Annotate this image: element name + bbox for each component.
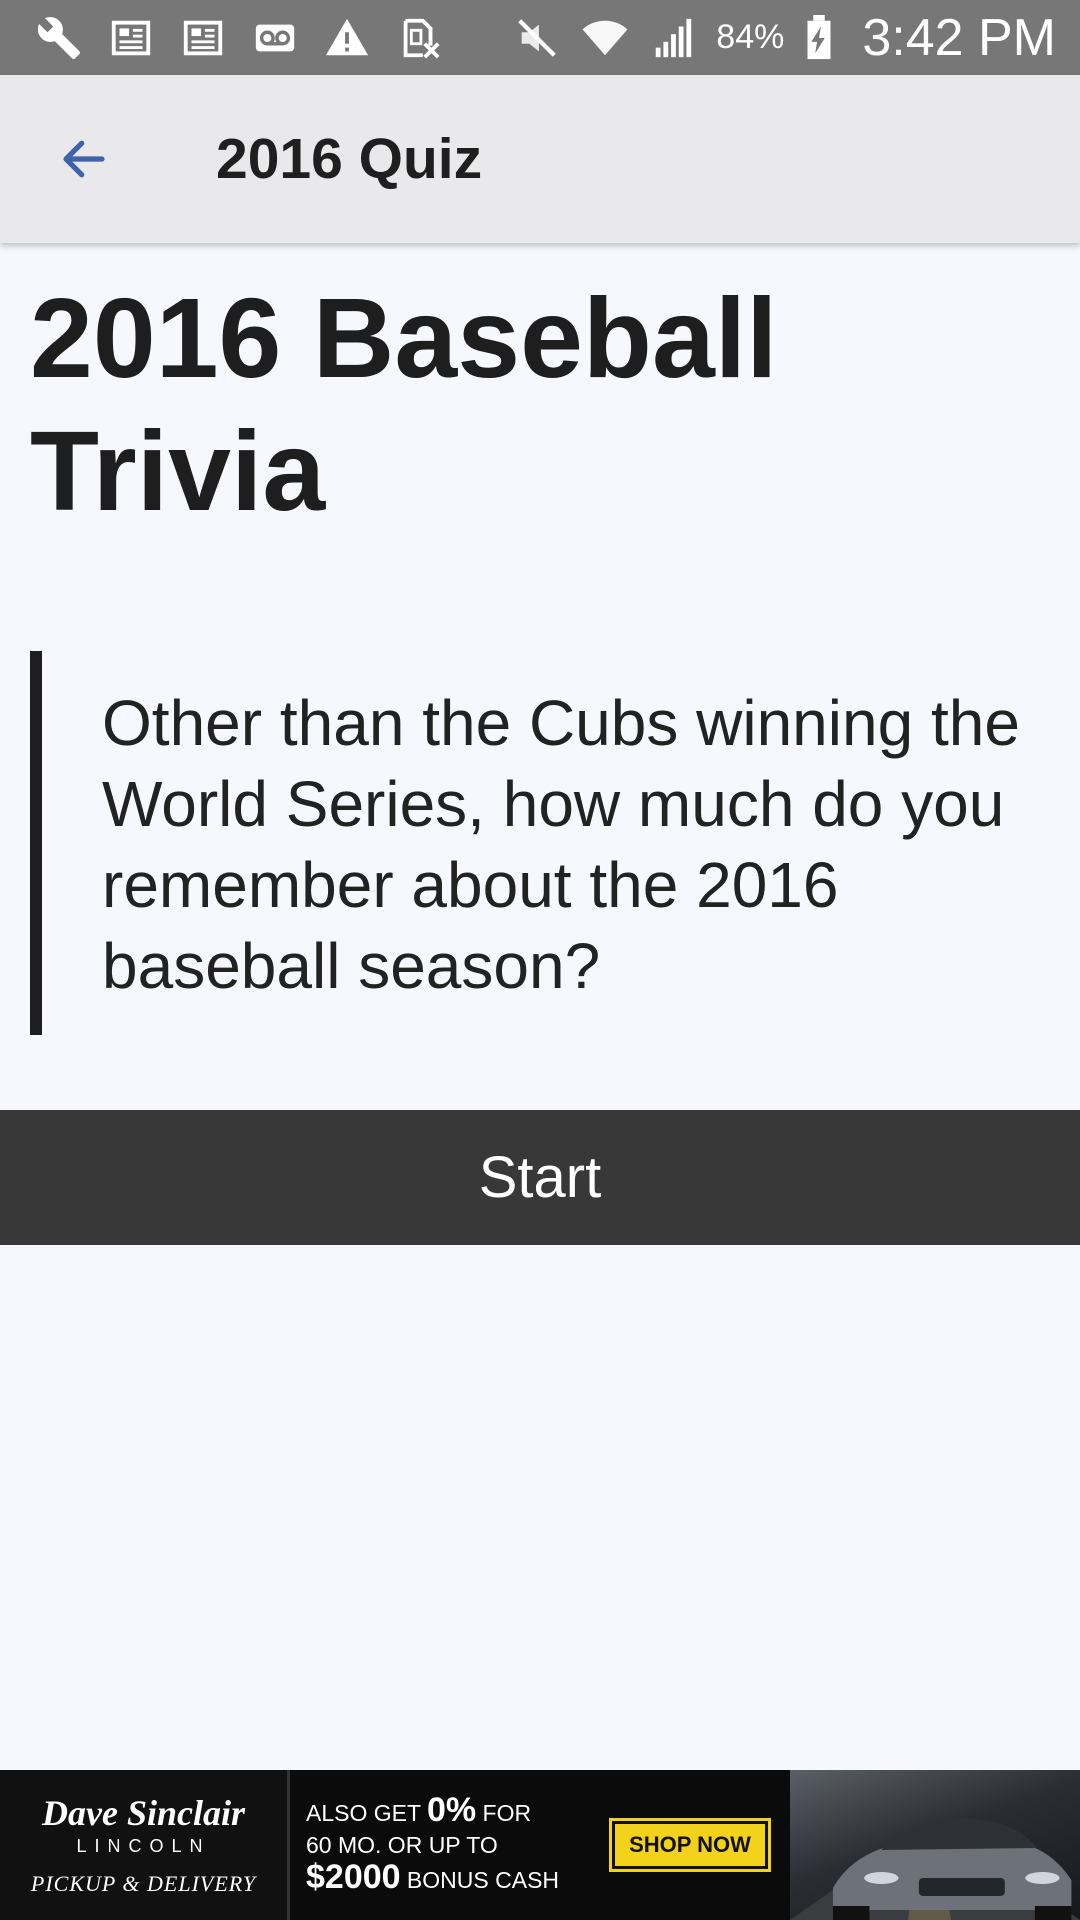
ad-car-image bbox=[790, 1770, 1080, 1920]
ad-cta-wrap: SHOP NOW bbox=[590, 1770, 790, 1920]
mute-icon bbox=[512, 13, 562, 63]
news-icon bbox=[178, 13, 228, 63]
ad-offer-line1: ALSO GET 0% FOR bbox=[306, 1791, 590, 1829]
ad-offer-amount: $2000 bbox=[306, 1858, 401, 1896]
ad-offer-text: ALSO GET bbox=[306, 1800, 428, 1826]
voicemail-icon bbox=[250, 13, 300, 63]
ad-offer-rate: 0% bbox=[427, 1791, 477, 1829]
warning-icon bbox=[322, 13, 372, 63]
page-title: 2016 Baseball Trivia bbox=[30, 275, 778, 534]
arrow-left-icon bbox=[63, 140, 105, 178]
ad-banner[interactable]: Dave Sinclair LINCOLN PICKUP & DELIVERY … bbox=[0, 1770, 1080, 1920]
ad-make: LINCOLN bbox=[76, 1835, 211, 1856]
back-button[interactable] bbox=[34, 109, 134, 209]
ad-offer-text: BONUS CASH bbox=[400, 1867, 560, 1893]
intro-blockquote: Other than the Cubs winning the World Se… bbox=[30, 651, 1060, 1035]
ad-brand: Dave Sinclair bbox=[42, 1792, 245, 1833]
intro-text: Other than the Cubs winning the World Se… bbox=[102, 687, 1020, 1002]
app-root: 84% 3:42 PM 2016 Quiz 2016 Baseball Triv… bbox=[0, 0, 1080, 1920]
wifi-icon bbox=[580, 13, 630, 63]
app-bar-title: 2016 Quiz bbox=[216, 127, 483, 191]
ad-offer-line2: 60 MO. OR UP TO bbox=[306, 1832, 498, 1858]
battery-percentage: 84% bbox=[716, 18, 785, 56]
ad-logo: Dave Sinclair LINCOLN PICKUP & DELIVERY bbox=[0, 1770, 290, 1920]
status-bar: 84% 3:42 PM bbox=[0, 0, 1080, 75]
sim-icon bbox=[394, 13, 444, 63]
signal-icon bbox=[648, 13, 698, 63]
start-button[interactable]: Start bbox=[0, 1110, 1080, 1245]
ad-offer: ALSO GET 0% FOR 60 MO. OR UP TO $2000 BO… bbox=[290, 1770, 590, 1920]
shop-now-button[interactable]: SHOP NOW bbox=[609, 1818, 771, 1872]
wrench-icon bbox=[34, 13, 84, 63]
ad-offer-text: FOR bbox=[476, 1800, 532, 1826]
news-icon bbox=[106, 13, 156, 63]
clock: 3:42 PM bbox=[862, 8, 1056, 67]
car-icon bbox=[790, 1818, 1080, 1920]
battery-charging-icon bbox=[802, 13, 836, 63]
ad-service: PICKUP & DELIVERY bbox=[30, 1870, 257, 1896]
app-bar: 2016 Quiz bbox=[0, 75, 1080, 243]
ad-offer-line3: $2000 BONUS CASH bbox=[306, 1858, 590, 1896]
